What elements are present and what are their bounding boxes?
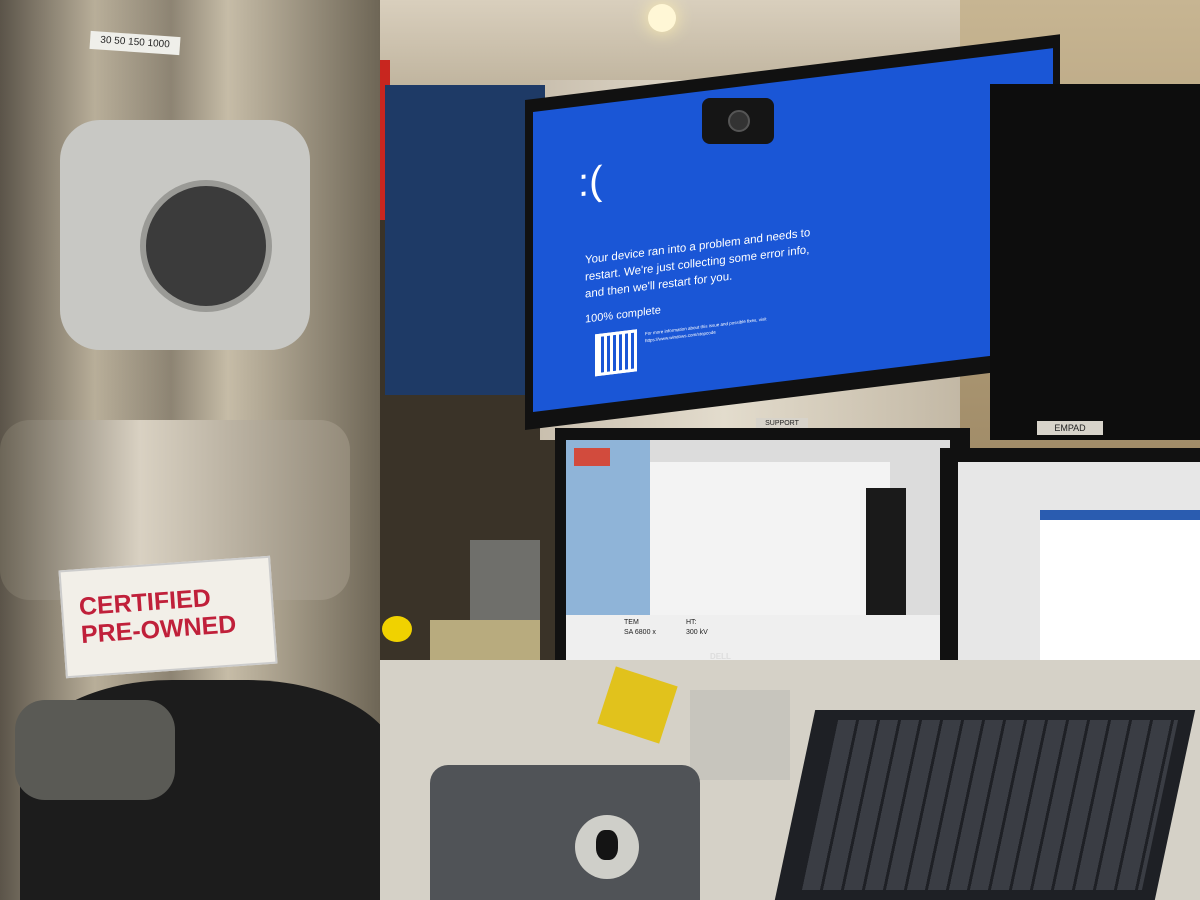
right-upper-monitor bbox=[990, 84, 1200, 440]
alert-block bbox=[574, 448, 610, 466]
tem-ht-label: HT: bbox=[686, 619, 697, 626]
tem-magnification: SA 6800 x bbox=[624, 629, 656, 636]
certified-pre-owned-sticker: CERTIFIED PRE-OWNED bbox=[58, 555, 278, 679]
image-preview bbox=[866, 488, 906, 628]
port-window bbox=[140, 180, 272, 312]
bsod-message: Your device ran into a problem and needs… bbox=[585, 226, 811, 301]
tem-ht-value: 300 kV bbox=[686, 629, 708, 636]
controller-box bbox=[470, 540, 540, 630]
blue-panel bbox=[385, 85, 545, 395]
ceiling-light bbox=[648, 4, 676, 32]
binocular-viewer bbox=[15, 700, 175, 800]
keyboard-keys bbox=[801, 720, 1179, 890]
bsod-more-info: For more information about this issue an… bbox=[645, 316, 767, 344]
vacuum-diagram bbox=[650, 462, 890, 632]
sad-face: :( bbox=[578, 158, 603, 206]
monitor-label-empad: EMPAD bbox=[1037, 421, 1103, 435]
webcam-lens-icon bbox=[728, 110, 750, 132]
bsod-progress: 100% complete bbox=[585, 304, 661, 326]
tem-software-screen: TEM SA 6800 x HT: 300 kV bbox=[566, 440, 950, 675]
rubber-duck bbox=[382, 616, 412, 642]
small-control-box bbox=[690, 690, 790, 780]
blue-screen: :( Your device ran into a problem and ne… bbox=[533, 48, 1053, 412]
microscope-control-panel bbox=[430, 765, 700, 900]
joystick-knob-icon bbox=[596, 830, 618, 860]
tem-mode: TEM bbox=[624, 619, 639, 626]
qr-code-icon bbox=[595, 329, 637, 377]
